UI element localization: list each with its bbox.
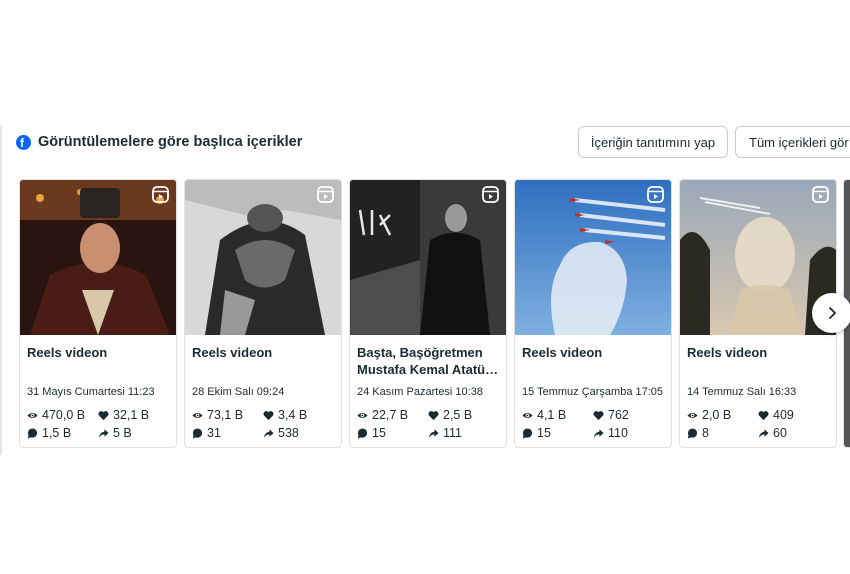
heart-icon [758,410,769,420]
comment-icon [27,427,38,439]
heart-icon [263,410,274,420]
content-card[interactable]: Reels videon 31 Mayıs Cumartesi 11:23 47… [19,179,177,448]
carousel-next-button[interactable] [812,293,850,333]
eye-icon [522,412,533,418]
heart-icon [428,410,439,420]
comment-icon [687,427,698,439]
comments-count: 15 [372,426,386,440]
post-date: 28 Ekim Salı 09:24 [192,386,285,398]
comments-stat: 15 [522,426,551,440]
comment-icon [357,427,368,439]
see-all-content-button[interactable]: Tüm içerikleri gör [735,126,850,158]
likes-stat: 2,5 B [428,408,472,422]
post-thumbnail[interactable] [20,180,176,335]
reels-icon [482,186,499,203]
views-stat: 4,1 B [522,408,566,422]
likes-count: 762 [608,408,629,422]
share-icon [428,428,439,438]
post-date: 31 Mayıs Cumartesi 11:23 [27,386,155,398]
views-count: 4,1 B [537,408,567,422]
chevron-right-icon [829,307,836,319]
content-card[interactable]: Reels videon 28 Ekim Salı 09:24 73,1 B 3… [184,179,342,448]
likes-stat: 762 [593,408,629,422]
likes-count: 2,5 B [443,408,473,422]
views-stat: 73,1 B [192,408,243,422]
heart-icon [98,410,109,420]
views-stat: 22,7 B [357,408,408,422]
shares-count: 110 [608,426,628,440]
post-date: 14 Temmuz Salı 16:33 [687,386,797,398]
shares-count: 60 [773,426,787,440]
comments-stat: 15 [357,426,386,440]
comments-count: 1,5 B [42,426,72,440]
heart-icon [593,410,604,420]
post-date: 24 Kasım Pazartesi 10:38 [357,386,483,398]
likes-count: 32,1 B [113,408,150,422]
promote-content-button[interactable]: İçeriğin tanıtımını yap [578,126,728,158]
eye-icon [192,412,203,418]
shares-stat: 60 [758,426,787,440]
shares-count: 111 [443,426,463,440]
post-title: Reels videon [192,345,273,360]
views-count: 470,0 B [42,408,86,422]
likes-stat: 32,1 B [98,408,149,422]
comments-count: 15 [537,426,551,440]
shares-count: 5 B [113,426,132,440]
views-count: 22,7 B [372,408,409,422]
share-icon [593,428,604,438]
content-card[interactable]: Başta, Başöğretmen Mustafa Kemal Atatü… … [349,179,507,448]
shares-stat: 110 [593,426,628,440]
views-stat: 470,0 B [27,408,85,422]
share-icon [263,428,274,438]
views-stat: 2,0 B [687,408,731,422]
shares-stat: 111 [428,426,462,440]
panel-divider [0,125,2,455]
comments-count: 8 [702,426,709,440]
post-title: Reels videon [27,345,108,360]
shares-stat: 538 [263,426,299,440]
post-thumbnail[interactable] [350,180,506,335]
post-thumbnail[interactable] [185,180,341,335]
post-date: 15 Temmuz Çarşamba 17:05 [522,386,664,398]
post-title: Başta, Başöğretmen Mustafa Kemal Atatü… [357,345,499,377]
views-count: 2,0 B [702,408,732,422]
likes-stat: 3,4 B [263,408,307,422]
shares-stat: 5 B [98,426,132,440]
facebook-icon: f [16,134,31,150]
comments-stat: 8 [687,426,709,440]
post-thumbnail[interactable] [515,180,671,335]
views-count: 73,1 B [207,408,244,422]
eye-icon [687,412,698,418]
comment-icon [522,427,533,439]
share-icon [98,428,109,438]
share-icon [758,428,769,438]
eye-icon [27,412,38,418]
comment-icon [192,427,203,439]
comments-count: 31 [207,426,221,440]
likes-stat: 409 [758,408,794,422]
section-header: f Görüntülemelere göre başlıca içerikler [16,124,302,160]
content-card[interactable]: Reels videon 15 Temmuz Çarşamba 17:05 4,… [514,179,672,448]
comments-stat: 31 [192,426,221,440]
likes-count: 3,4 B [278,408,308,422]
comments-stat: 1,5 B [27,426,71,440]
post-title: Reels videon [522,345,603,360]
shares-count: 538 [278,426,299,440]
reels-icon [812,186,829,203]
likes-count: 409 [773,408,794,422]
eye-icon [357,412,368,418]
reels-icon [317,186,334,203]
section-title: Görüntülemelere göre başlıca içerikler [38,134,303,150]
reels-icon [647,186,664,203]
reels-icon [152,186,169,203]
post-title: Reels videon [687,345,768,360]
